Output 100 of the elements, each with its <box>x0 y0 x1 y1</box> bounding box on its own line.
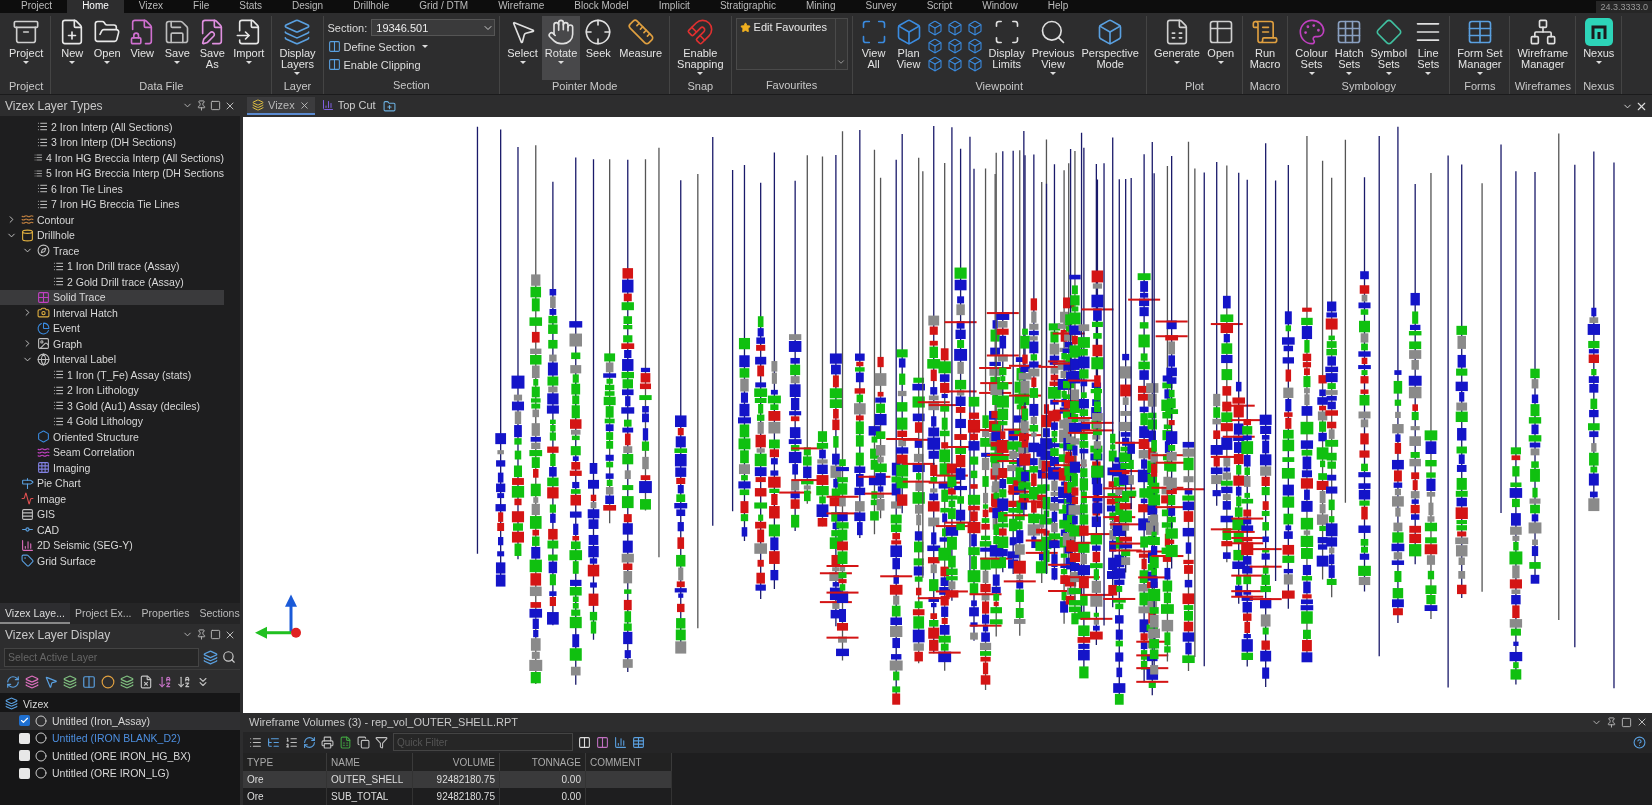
layer-row[interactable]: Untitled (ORE IRON_LG) <box>0 764 240 782</box>
panel-tab[interactable]: Vizex Laye... <box>0 603 70 624</box>
tree-item[interactable]: 1 Iron Drill trace (Assay) <box>0 258 224 274</box>
tree-item[interactable]: GIS <box>0 506 224 522</box>
pointer-icon[interactable] <box>44 674 58 689</box>
ribbon-button[interactable]: Line Sets <box>1411 16 1446 80</box>
copy-icon[interactable] <box>357 735 370 749</box>
layer-checkbox[interactable] <box>19 732 30 744</box>
tree-item[interactable]: Oriented Structure <box>0 429 224 445</box>
section-field[interactable]: 19346.501 <box>371 19 496 36</box>
maximize-icon[interactable] <box>1621 716 1632 728</box>
ribbon-button[interactable]: Colour Sets <box>1292 16 1331 80</box>
layer-row[interactable]: Untitled (ORE IRON_HG_BX) <box>0 747 240 765</box>
tree-item[interactable]: 7 Iron HG Breccia Tie Lines <box>0 196 224 212</box>
menu-tab[interactable]: Implicit <box>643 0 705 13</box>
view-cube-icon[interactable] <box>926 20 943 36</box>
column-header[interactable]: COMMENT <box>586 753 672 771</box>
help-icon[interactable] <box>1633 735 1646 749</box>
spreadsheet-icon[interactable] <box>339 735 352 749</box>
tree-item[interactable]: Event <box>0 320 224 336</box>
active-layer-field[interactable]: Select Active Layer <box>4 647 199 667</box>
tree-item[interactable]: 2 Iron Interp (All Sections) <box>0 119 224 135</box>
filter-icon[interactable] <box>375 735 388 749</box>
ribbon-button[interactable]: New <box>55 16 90 80</box>
ribbon-button[interactable]: Import <box>230 16 268 80</box>
menu-tab[interactable]: Vizex <box>123 0 179 13</box>
menu-tab[interactable]: Drillhole <box>338 0 405 13</box>
ribbon-button[interactable]: Run Macro <box>1246 16 1284 80</box>
ribbon-button[interactable]: Previous View <box>1028 16 1078 80</box>
favourite-item[interactable]: Edit Favourites <box>739 21 827 33</box>
column-header[interactable]: NAME <box>327 753 413 771</box>
layers-icon[interactable] <box>120 674 134 689</box>
tree-item[interactable]: Imaging <box>0 460 224 476</box>
ribbon-button[interactable]: Rotate <box>541 16 581 80</box>
view-cube-icon[interactable] <box>966 20 983 36</box>
ribbon-button[interactable]: Save <box>160 16 195 80</box>
view-cube-icon[interactable] <box>926 56 943 72</box>
ribbon-button[interactable]: Form Set Manager <box>1454 16 1506 80</box>
menu-tab[interactable]: Window <box>967 0 1033 13</box>
tree-item[interactable]: 2D Seismic (SEG-Y) <box>0 537 224 553</box>
bar-chart-icon[interactable] <box>614 735 627 749</box>
view-cube-icon[interactable] <box>966 38 983 54</box>
tree-item[interactable]: 3 Iron Interp (DH Sections) <box>0 134 224 150</box>
columns-icon[interactable] <box>596 735 609 749</box>
layers-icon[interactable] <box>203 649 218 665</box>
tree-item[interactable]: Pie Chart <box>0 475 224 491</box>
ribbon-button[interactable]: Open <box>90 16 125 80</box>
tree-item[interactable]: 1 Iron (T_Fe) Assay (stats) <box>0 367 224 383</box>
maximize-icon[interactable] <box>210 629 221 640</box>
menu-tab[interactable]: Wireframe <box>483 0 560 13</box>
ribbon-button[interactable]: Open <box>1203 16 1238 80</box>
layer-checkbox[interactable] <box>19 767 30 779</box>
layer-checkbox[interactable] <box>19 750 30 762</box>
menu-tab[interactable]: Stratigraphic <box>704 0 792 13</box>
panel-tab[interactable]: Properties <box>136 603 195 624</box>
view-cube-icon[interactable] <box>926 38 943 54</box>
tree-item[interactable]: Solid Trace <box>0 289 224 305</box>
ribbon-button[interactable]: Display Layers <box>276 16 319 80</box>
pin-icon[interactable] <box>1606 716 1617 728</box>
ribbon-button[interactable]: Wireframe Manager <box>1514 16 1572 80</box>
ribbon-button[interactable]: Plan View <box>891 16 926 80</box>
tree-item[interactable]: 4 Iron HG Breccia Interp (All Sections) <box>0 150 224 166</box>
ribbon-button[interactable]: Nexus <box>1580 16 1618 80</box>
menu-tab[interactable]: Home <box>67 0 124 13</box>
layer-row[interactable]: Untitled (Iron_Assay) <box>0 712 240 730</box>
view-cube-icon[interactable] <box>946 38 963 54</box>
sort-icon[interactable] <box>158 674 172 689</box>
section-command[interactable]: Enable Clipping <box>327 57 496 72</box>
layers-icon[interactable] <box>25 674 39 689</box>
menu-tab[interactable]: Block Model <box>559 0 644 13</box>
refresh-icon[interactable] <box>6 674 20 689</box>
view-cube-icon[interactable] <box>966 56 983 72</box>
ordered-list-icon[interactable] <box>285 735 298 749</box>
pin-icon[interactable] <box>196 629 207 640</box>
layers-icon[interactable] <box>63 674 77 689</box>
ribbon-button[interactable]: View <box>125 16 160 80</box>
ribbon-button[interactable]: Perspective Mode <box>1078 16 1142 80</box>
column-header[interactable]: VOLUME <box>413 753 500 771</box>
scroll-down-icon[interactable] <box>836 57 847 67</box>
ribbon-button[interactable]: Enable Snapping <box>674 16 727 80</box>
search-icon[interactable] <box>222 650 236 664</box>
printer-icon[interactable] <box>321 735 334 749</box>
sort-icon[interactable] <box>177 674 191 689</box>
pin-icon[interactable] <box>196 100 207 111</box>
ribbon-button[interactable]: View All <box>856 16 891 80</box>
menu-tab[interactable]: Survey <box>850 0 912 13</box>
tree-item[interactable]: 2 Gold Drill trace (Assay) <box>0 274 224 290</box>
close-icon[interactable] <box>298 99 310 111</box>
tree-item[interactable]: 2 Iron Lithology <box>0 382 224 398</box>
tree-icon[interactable] <box>267 735 280 749</box>
layer-checkbox[interactable] <box>19 715 30 727</box>
panel-tab[interactable]: Project Ex... <box>69 603 137 624</box>
section-command[interactable]: Define Section <box>327 39 496 54</box>
table-icon[interactable] <box>632 735 645 749</box>
tree-item[interactable]: 3 Gold (Au1) Assay (deciles) <box>0 398 224 414</box>
circle-icon[interactable] <box>101 674 115 689</box>
ribbon-button[interactable]: Select <box>504 16 541 80</box>
remove-icon[interactable] <box>139 674 153 689</box>
view-cube-icon[interactable] <box>946 56 963 72</box>
ribbon-button[interactable]: Project <box>6 16 47 80</box>
